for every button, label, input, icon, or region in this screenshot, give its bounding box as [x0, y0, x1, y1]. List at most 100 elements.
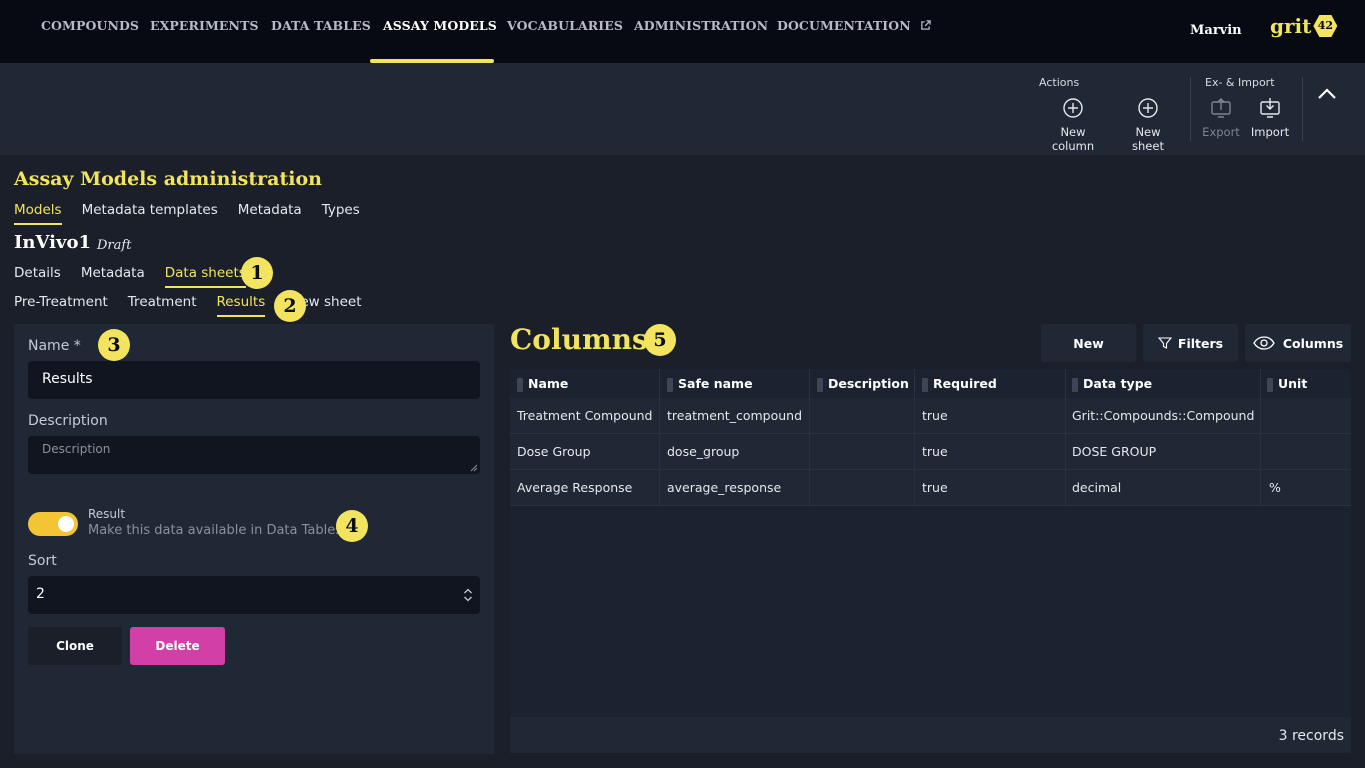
header-safe-name[interactable]: Safe name: [667, 369, 753, 398]
column-grip[interactable]: [667, 377, 673, 392]
new-sheet-button[interactable]: New sheet: [1119, 97, 1177, 153]
export-button[interactable]: Export: [1202, 97, 1240, 139]
eye-icon: [1253, 336, 1275, 350]
column-grip[interactable]: [517, 377, 523, 392]
tab-models[interactable]: Models: [14, 202, 62, 225]
sort-label: Sort: [28, 553, 57, 569]
table-row[interactable]: Average Response average_response true d…: [510, 470, 1351, 506]
tab-types[interactable]: Types: [322, 202, 360, 218]
delete-button[interactable]: Delete: [130, 627, 225, 665]
tab-details[interactable]: Details: [14, 265, 61, 281]
cell-safe-name: treatment_compound: [667, 408, 803, 423]
actions-group-label: Actions: [1039, 76, 1080, 89]
callout-badge-1: 1: [241, 257, 273, 289]
plus-circle-icon: [1138, 98, 1158, 118]
table-row[interactable]: Dose Group dose_group true DOSE GROUP: [510, 434, 1351, 470]
grid-header: Name Safe name Description Required Data…: [510, 369, 1351, 398]
tab-metadata-templates[interactable]: Metadata templates: [82, 202, 218, 218]
table-row[interactable]: Treatment Compound treatment_compound tr…: [510, 398, 1351, 434]
top-navigation: COMPOUNDS EXPERIMENTS DATA TABLES ASSAY …: [0, 0, 1365, 63]
eximport-group-label: Ex- & Import: [1205, 76, 1275, 89]
header-description[interactable]: Description: [817, 369, 909, 398]
filters-button[interactable]: Filters: [1143, 324, 1238, 362]
tab-metadata[interactable]: Metadata: [238, 202, 302, 218]
user-name[interactable]: Marvin: [1190, 23, 1242, 38]
nav-experiments[interactable]: EXPERIMENTS: [150, 18, 259, 33]
grid-empty-area: [510, 506, 1351, 717]
header-label: Data type: [1083, 376, 1153, 391]
tab-treatment[interactable]: Treatment: [128, 294, 197, 310]
header-required[interactable]: Required: [922, 369, 997, 398]
new-column-grid-button[interactable]: New: [1041, 324, 1136, 362]
nav-compounds[interactable]: COMPOUNDS: [41, 18, 139, 33]
logo-text: grit: [1270, 14, 1312, 38]
resize-handle-icon[interactable]: [470, 464, 478, 472]
grit-logo[interactable]: grit 42: [1270, 14, 1338, 38]
nav-assay-models[interactable]: ASSAY MODELS: [383, 18, 497, 33]
column-grip[interactable]: [817, 377, 823, 392]
header-label: Safe name: [678, 376, 753, 391]
stepper-icon[interactable]: [463, 586, 473, 604]
name-label: Name *: [28, 338, 81, 354]
column-grip[interactable]: [1072, 377, 1078, 392]
export-icon: [1211, 98, 1231, 118]
description-textarea[interactable]: Description: [28, 436, 480, 474]
sort-input[interactable]: 2: [28, 576, 480, 614]
columns-label: Columns: [1282, 335, 1344, 351]
nav-administration[interactable]: ADMINISTRATION: [634, 18, 768, 33]
column-grip[interactable]: [1267, 377, 1273, 392]
cell-name: Treatment Compound: [517, 408, 653, 423]
toggle-knob: [58, 516, 74, 532]
cell-required: true: [922, 444, 948, 459]
nav-vocabularies[interactable]: VOCABULARIES: [507, 18, 623, 33]
header-data-type[interactable]: Data type: [1072, 369, 1152, 398]
callout-badge-3: 3: [98, 329, 130, 361]
column-divider: [1065, 369, 1066, 506]
nav-documentation-label: DOCUMENTATION: [777, 18, 911, 33]
toolbar: Actions New column New sheet Ex- & Impor…: [0, 63, 1365, 155]
header-name[interactable]: Name: [517, 369, 568, 398]
tab-data-sheets[interactable]: Data sheets: [164, 265, 246, 288]
admin-tabs: Models Metadata templates Metadata Types: [14, 202, 360, 225]
page-title: Assay Models administration: [14, 168, 322, 190]
filter-icon: [1157, 337, 1172, 349]
description-placeholder: Description: [42, 442, 111, 456]
result-toggle-help: Make this data available in Data Tables: [88, 523, 343, 538]
record-count: 3 records: [1278, 728, 1344, 744]
cell-data-type: Grit::Compounds::Compound: [1072, 408, 1255, 423]
model-status: Draft: [97, 238, 132, 253]
tab-model-metadata[interactable]: Metadata: [81, 265, 145, 281]
nav-data-tables[interactable]: DATA TABLES: [271, 18, 371, 33]
import-button[interactable]: Import: [1250, 97, 1290, 139]
column-grip[interactable]: [922, 377, 928, 392]
chevron-up-icon[interactable]: [1314, 81, 1340, 107]
column-divider: [914, 369, 915, 506]
callout-badge-4: 4: [336, 510, 368, 542]
columns-visibility-button[interactable]: Columns: [1245, 324, 1351, 362]
filters-label: Filters: [1177, 335, 1224, 351]
model-name: InVivo1: [14, 232, 91, 253]
callout-badge-5: 5: [644, 324, 676, 356]
toolbar-divider: [1302, 77, 1303, 141]
new-sheet-label: New sheet: [1132, 125, 1164, 153]
header-label: Unit: [1278, 376, 1308, 391]
column-divider: [809, 369, 810, 506]
result-toggle[interactable]: [28, 512, 78, 536]
clone-button[interactable]: Clone: [28, 627, 122, 665]
header-unit[interactable]: Unit: [1267, 369, 1307, 398]
column-divider: [659, 369, 660, 506]
column-divider: [1260, 369, 1261, 506]
model-tabs: Details Metadata Data sheets: [14, 265, 246, 288]
columns-title: Columns: [510, 323, 648, 356]
external-link-icon: [921, 20, 931, 30]
tab-pre-treatment[interactable]: Pre-Treatment: [14, 294, 108, 310]
new-column-button[interactable]: New column: [1039, 97, 1107, 153]
name-input[interactable]: Results: [28, 361, 480, 399]
import-label: Import: [1250, 125, 1290, 139]
nav-documentation[interactable]: DOCUMENTATION: [777, 18, 931, 33]
cell-required: true: [922, 408, 948, 423]
tab-results[interactable]: Results: [216, 294, 265, 317]
cell-unit: %: [1269, 480, 1281, 495]
export-label: Export: [1202, 125, 1240, 139]
header-label: Description: [828, 376, 909, 391]
